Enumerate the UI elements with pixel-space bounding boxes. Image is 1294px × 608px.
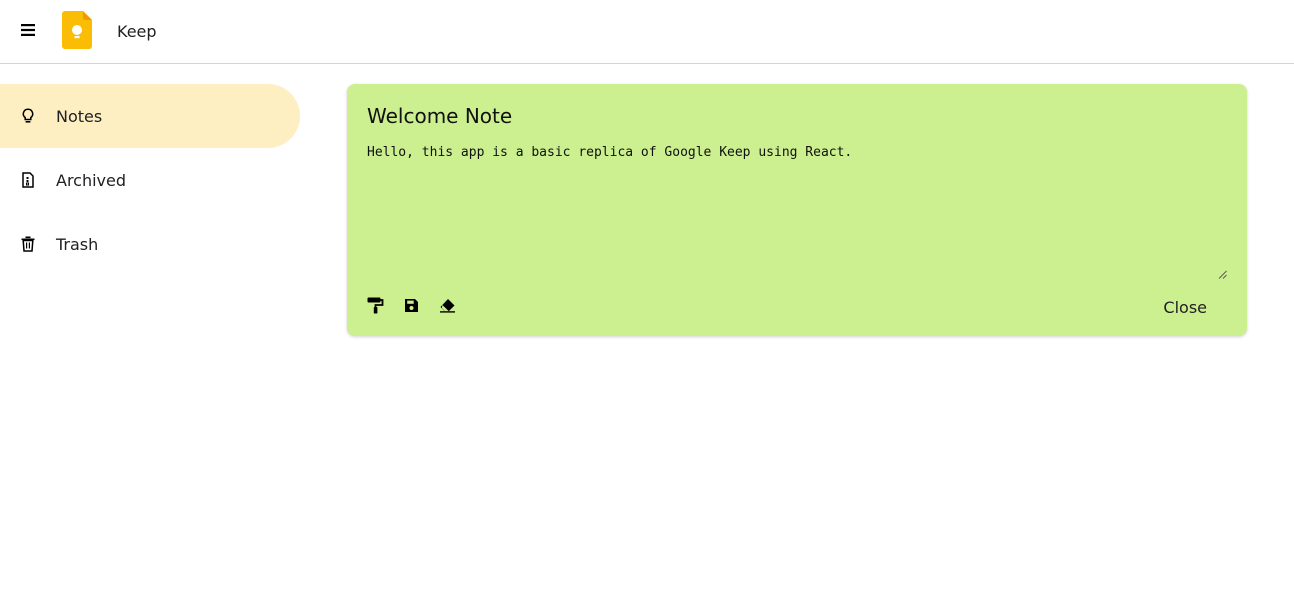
trash-icon (18, 234, 38, 254)
close-button[interactable]: Close (1163, 298, 1207, 317)
sidebar-item-trash[interactable]: Trash (0, 212, 300, 276)
app-header: Keep (0, 0, 1294, 64)
archive-icon (18, 170, 38, 190)
sidebar-item-label: Notes (56, 106, 103, 126)
sidebar-item-label: Trash (56, 234, 99, 254)
note-toolbar (366, 296, 457, 315)
hamburger-menu-icon[interactable] (16, 18, 40, 42)
lightbulb-icon (18, 106, 38, 126)
keep-logo-icon (62, 11, 92, 49)
sidebar-item-notes[interactable]: Notes (0, 84, 300, 148)
sidebar-item-archived[interactable]: Archived (0, 148, 300, 212)
note-title-input[interactable]: Welcome Note (367, 104, 512, 128)
eraser-icon[interactable] (438, 296, 457, 315)
note-card: Welcome Note Hello, this app is a basic … (347, 84, 1247, 336)
sidebar-item-label: Archived (56, 170, 127, 190)
resize-handle-icon[interactable] (1218, 264, 1227, 279)
save-icon[interactable] (402, 296, 421, 315)
paint-roller-icon[interactable] (366, 296, 385, 315)
sidebar: Notes Archived Trash (0, 84, 300, 276)
note-body-textarea[interactable]: Hello, this app is a basic replica of Go… (367, 144, 1227, 274)
app-title: Keep (117, 22, 157, 41)
